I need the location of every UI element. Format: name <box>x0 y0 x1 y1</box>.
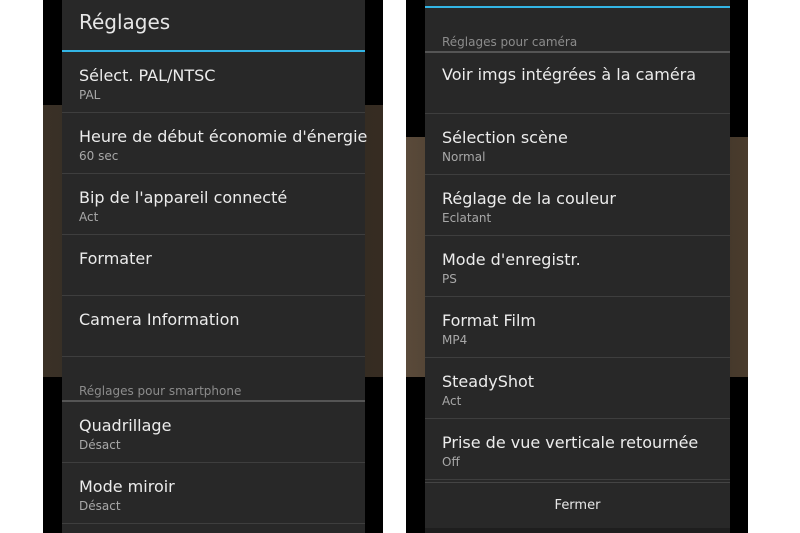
setting-label: Heure de début économie d'énergie <box>79 127 368 146</box>
setting-pal-ntsc[interactable]: Sélect. PAL/NTSC PAL <box>62 52 365 113</box>
setting-scene-selection[interactable]: Sélection scène Normal <box>425 114 730 175</box>
setting-label: Sélect. PAL/NTSC <box>79 66 216 85</box>
setting-value: Normal <box>442 150 486 164</box>
setting-camera-information[interactable]: Camera Information <box>62 296 365 357</box>
setting-value: Act <box>79 210 99 224</box>
setting-connected-beep[interactable]: Bip de l'appareil connecté Act <box>62 174 365 235</box>
setting-label: SteadyShot <box>442 372 535 391</box>
setting-value: Eclatant <box>442 211 492 225</box>
setting-value: PAL <box>79 88 101 102</box>
setting-label: Formater <box>79 249 152 268</box>
setting-steadyshot[interactable]: SteadyShot Act <box>425 358 730 419</box>
setting-power-save-start[interactable]: Heure de début économie d'énergie 60 sec <box>62 113 368 174</box>
setting-value: 60 sec <box>79 149 119 163</box>
setting-label: Mode d'enregistr. <box>442 250 581 269</box>
setting-view-camera-images[interactable]: Voir imgs intégrées à la caméra <box>425 53 730 114</box>
left-phone-screen: Réglages Sélect. PAL/NTSC PAL Heure de d… <box>43 0 383 533</box>
camera-settings-dialog: Réglages pour caméra Voir imgs intégrées… <box>425 0 730 533</box>
setting-value: MP4 <box>442 333 468 347</box>
setting-value: PS <box>442 272 457 286</box>
setting-value: Off <box>442 455 460 469</box>
section-header-smartphone: Réglages pour smartphone <box>62 357 365 402</box>
setting-label: Mode miroir <box>79 477 175 496</box>
setting-mirror-mode[interactable]: Mode miroir Désact <box>62 463 365 524</box>
setting-movie-format[interactable]: Format Film MP4 <box>425 297 730 358</box>
setting-recording-mode[interactable]: Mode d'enregistr. PS <box>425 236 730 297</box>
setting-value: Act <box>442 394 462 408</box>
setting-format[interactable]: Formater <box>62 235 365 296</box>
setting-label: Voir imgs intégrées à la caméra <box>442 65 697 84</box>
setting-label: Réglage de la couleur <box>442 189 616 208</box>
settings-dialog: Réglages Sélect. PAL/NTSC PAL Heure de d… <box>62 0 368 533</box>
setting-label: Bip de l'appareil connecté <box>79 188 288 207</box>
dialog-bottom-edge <box>425 528 730 533</box>
right-phone-screen: Réglages pour caméra Voir imgs intégrées… <box>406 0 748 533</box>
dialog-accent-line <box>425 0 730 8</box>
setting-value: Désact <box>79 438 121 452</box>
setting-label: Sélection scène <box>442 128 568 147</box>
dialog-title: Réglages <box>62 0 365 52</box>
setting-value: Désact <box>79 499 121 513</box>
close-button[interactable]: Fermer <box>425 482 730 528</box>
setting-label: Format Film <box>442 311 536 330</box>
setting-inverted-vertical-shot[interactable]: Prise de vue verticale retournée Off <box>425 419 730 480</box>
setting-label: Prise de vue verticale retournée <box>442 433 699 452</box>
setting-color[interactable]: Réglage de la couleur Eclatant <box>425 175 730 236</box>
setting-grid[interactable]: Quadrillage Désact <box>62 402 365 463</box>
setting-label: Quadrillage <box>79 416 172 435</box>
section-header-camera: Réglages pour caméra <box>425 8 730 53</box>
setting-label: Camera Information <box>79 310 240 329</box>
